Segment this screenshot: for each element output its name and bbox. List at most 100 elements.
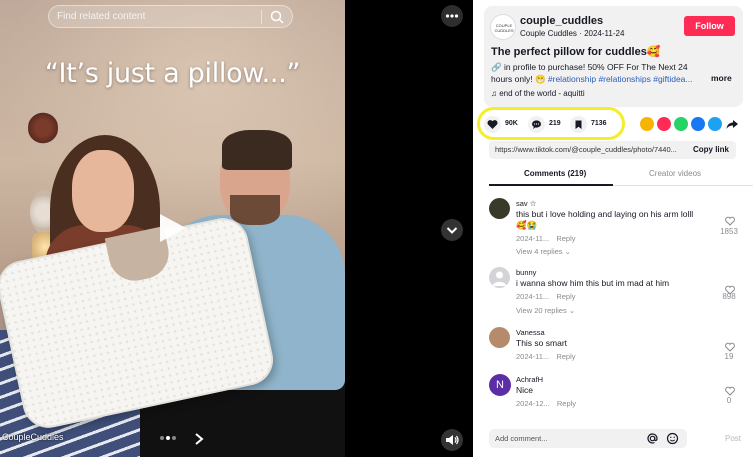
follow-button[interactable]: Follow	[684, 16, 735, 36]
post-description: 🔗 in profile to purchase! 50% OFF For Th…	[491, 61, 711, 85]
comment-text: This so smart	[516, 338, 568, 348]
carousel-dot[interactable]	[160, 436, 164, 440]
share-friends-icon[interactable]	[640, 117, 654, 131]
bookmark-icon	[570, 116, 587, 133]
wall-decor	[28, 108, 58, 148]
author-subline: Couple Cuddles · 2024-11-24	[520, 29, 624, 38]
tab-comments[interactable]: Comments (219)	[524, 169, 586, 178]
tab-bar: Comments (219) Creator videos	[489, 166, 753, 186]
author-username[interactable]: couple_cuddles	[520, 15, 603, 27]
chevron-down-icon	[446, 227, 458, 234]
post-date: 2024-11-24	[584, 29, 625, 38]
comment-item: Vanessa This so smart 2024-11... Reply 1…	[484, 327, 746, 367]
comment-like-icon[interactable]	[724, 340, 736, 352]
comment-item: N AchrafH Nice 2024-12... Reply 0	[484, 374, 746, 414]
next-video-button[interactable]	[441, 219, 463, 241]
comment-username[interactable]: sav ☆	[516, 199, 536, 208]
post-button[interactable]: Post	[725, 434, 741, 443]
comment-meta: 2024-12... Reply	[516, 399, 576, 408]
comment-meta: 2024-11... Reply	[516, 234, 576, 243]
avatar-logo-text: COUPLE CUDDLES	[494, 23, 514, 33]
comment-username[interactable]: bunny	[516, 268, 536, 277]
reply-button[interactable]: Reply	[557, 399, 576, 408]
comment-item: sav ☆ this but i love holding and laying…	[484, 198, 746, 264]
reply-button[interactable]: Reply	[556, 234, 575, 243]
avatar[interactable]	[489, 198, 510, 219]
avatar-letter: N	[496, 379, 504, 391]
chevron-right-icon[interactable]	[193, 432, 205, 446]
facebook-icon[interactable]	[691, 117, 705, 131]
comment-like-count: 19	[724, 352, 734, 361]
comment-list: sav ☆ this but i love holding and laying…	[484, 193, 746, 419]
mention-icon[interactable]	[646, 432, 659, 445]
tab-creator-videos[interactable]: Creator videos	[649, 169, 701, 178]
reply-button[interactable]: Reply	[556, 292, 575, 301]
comment-like-icon[interactable]	[724, 384, 736, 396]
avatar[interactable]	[489, 267, 510, 288]
details-panel: COUPLE CUDDLES couple_cuddles Couple Cud…	[473, 0, 755, 457]
more-options-button[interactable]	[441, 5, 463, 27]
volume-icon	[446, 435, 459, 445]
search-bar[interactable]: Find related content	[48, 5, 293, 28]
carousel-dot[interactable]	[172, 436, 176, 440]
comment-count: 219	[549, 120, 561, 127]
reply-button[interactable]: Reply	[556, 352, 575, 361]
comment-username[interactable]: AchrafH	[516, 375, 543, 384]
play-icon[interactable]	[158, 212, 188, 244]
comment-username[interactable]: Vanessa	[516, 328, 545, 337]
post-title: The perfect pillow for cuddles🥰	[491, 46, 661, 58]
comment-date: 2024-12...	[516, 399, 550, 408]
active-tab-indicator	[489, 184, 613, 186]
view-replies-button[interactable]: View 4 replies ⌄	[516, 247, 571, 256]
person-woman-face	[72, 150, 134, 232]
hashtag-links[interactable]: #relationship #relationships #giftidea..…	[548, 74, 693, 84]
comment-date: 2024-11...	[516, 234, 550, 243]
avatar[interactable]: N	[489, 374, 511, 396]
comment-text: Nice	[516, 385, 534, 395]
video-frame[interactable]: “It’s just a pillow...” CoupleCuddles	[0, 0, 345, 457]
search-divider	[261, 10, 262, 24]
avatar[interactable]	[489, 327, 510, 348]
like-count: 90K	[505, 120, 518, 127]
comment-meta: 2024-11... Reply	[516, 292, 576, 301]
comment-item: bunny i wanna show him this but im mad a…	[484, 267, 746, 321]
avatar[interactable]: COUPLE CUDDLES	[490, 14, 516, 40]
comment-text: this but i love holding and laying on hi…	[516, 209, 694, 230]
author-display-name: Couple Cuddles	[520, 29, 577, 38]
heart-icon	[484, 116, 501, 133]
view-replies-button[interactable]: View 20 replies ⌄	[516, 306, 575, 315]
comment-icon	[528, 116, 545, 133]
video-watermark: CoupleCuddles	[2, 432, 64, 442]
comment-input-placeholder: Add comment...	[495, 434, 548, 443]
comment-text: i wanna show him this but im mad at him	[516, 278, 670, 288]
more-link[interactable]: more	[711, 73, 732, 83]
share-row	[640, 117, 740, 133]
video-caption: “It’s just a pillow...”	[44, 58, 301, 89]
whatsapp-icon[interactable]	[674, 117, 688, 131]
music-track[interactable]: ♫ end of the world - aquitti	[491, 89, 585, 98]
comment-date: 2024-11...	[516, 292, 550, 301]
comment-input[interactable]: Add comment...	[489, 429, 687, 448]
comment-date: 2024-11...	[516, 352, 550, 361]
twitter-icon[interactable]	[708, 117, 722, 131]
comment-like-count: 1853	[720, 227, 738, 236]
search-input[interactable]: Find related content	[57, 11, 145, 22]
action-bar: 90K 219 7136	[484, 113, 624, 137]
video-area: “It’s just a pillow...” CoupleCuddles Fi…	[0, 0, 473, 457]
search-icon[interactable]	[269, 9, 285, 25]
copy-link-button[interactable]: Copy link	[687, 142, 735, 158]
more-dots-icon	[445, 14, 459, 18]
share-arrow-icon[interactable]	[725, 117, 739, 131]
post-info-card: COUPLE CUDDLES couple_cuddles Couple Cud…	[484, 6, 743, 107]
volume-button[interactable]	[441, 429, 463, 451]
comment-like-icon[interactable]	[724, 214, 736, 226]
person-man-beard	[230, 195, 280, 225]
carousel-dot-active[interactable]	[166, 436, 170, 440]
share-repost-icon[interactable]	[657, 117, 671, 131]
share-link-url[interactable]: https://www.tiktok.com/@couple_cuddles/p…	[495, 145, 685, 154]
comment-meta: 2024-11... Reply	[516, 352, 576, 361]
person-man-hair	[222, 130, 292, 170]
carousel-dots	[160, 436, 180, 442]
save-count: 7136	[591, 120, 607, 127]
emoji-icon[interactable]	[666, 432, 679, 445]
